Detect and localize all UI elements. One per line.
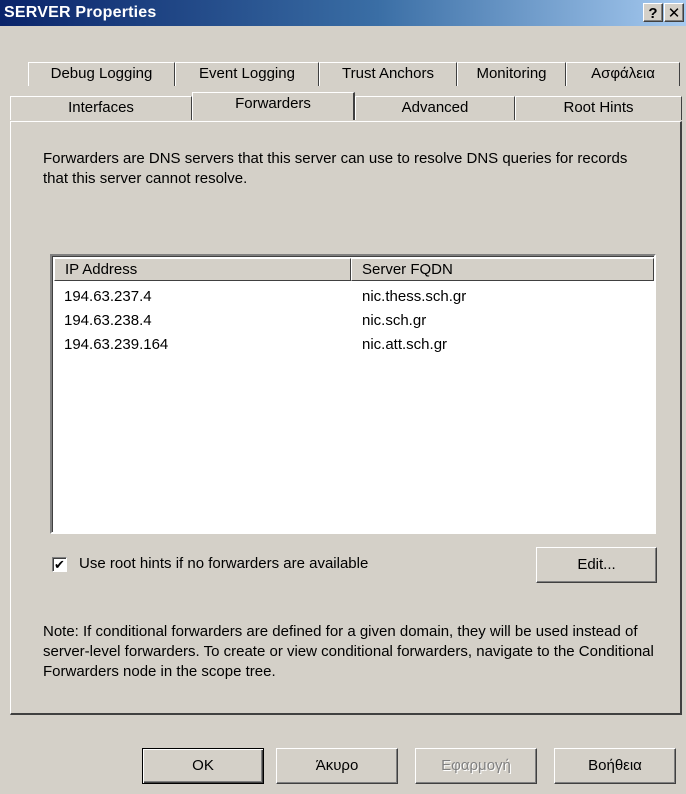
forwarders-description: Forwarders are DNS servers that this ser…: [43, 150, 628, 187]
tab-debug-logging[interactable]: Debug Logging: [28, 62, 175, 86]
server-fqdn-cell: nic.thess.sch.gr: [362, 288, 467, 305]
ok-button[interactable]: OK: [142, 748, 264, 784]
edit-button[interactable]: Edit...: [536, 547, 657, 583]
server-fqdn-cell: nic.att.sch.gr: [362, 336, 448, 353]
conditional-forwarders-note: Note: If conditional forwarders are defi…: [43, 623, 654, 680]
title-bar: SERVER Properties ? ✕: [0, 0, 686, 26]
ip-address-cell: 194.63.237.4: [64, 288, 152, 305]
table-row[interactable]: 194.63.238.4 nic.sch.gr: [54, 310, 654, 332]
tab-interfaces[interactable]: Interfaces: [10, 96, 192, 120]
column-header-ip-address[interactable]: IP Address: [54, 258, 351, 281]
use-root-hints-label[interactable]: Use root hints if no forwarders are avai…: [79, 555, 368, 572]
tab-monitoring[interactable]: Monitoring: [457, 62, 566, 86]
help-button[interactable]: Βοήθεια: [554, 748, 676, 784]
column-header-server-fqdn[interactable]: Server FQDN: [351, 258, 654, 281]
tab-event-logging[interactable]: Event Logging: [175, 62, 319, 86]
window-title: SERVER Properties: [4, 4, 157, 21]
forwarders-list[interactable]: IP Address Server FQDN 194.63.237.4 nic.…: [50, 254, 656, 534]
apply-button[interactable]: Εφαρμογή: [415, 748, 537, 784]
tab-advanced[interactable]: Advanced: [355, 96, 515, 120]
use-root-hints-checkbox[interactable]: ✔: [52, 557, 67, 572]
table-row[interactable]: 194.63.239.164 nic.att.sch.gr: [54, 334, 654, 356]
tab-security[interactable]: Ασφάλεια: [566, 62, 680, 86]
ip-address-cell: 194.63.239.164: [64, 336, 169, 353]
tab-forwarders[interactable]: Forwarders: [192, 92, 355, 120]
cancel-button[interactable]: Άκυρο: [276, 748, 398, 784]
server-fqdn-cell: nic.sch.gr: [362, 312, 427, 329]
tab-trust-anchors[interactable]: Trust Anchors: [319, 62, 457, 86]
table-row[interactable]: 194.63.237.4 nic.thess.sch.gr: [54, 286, 654, 308]
tab-root-hints[interactable]: Root Hints: [515, 96, 682, 120]
ip-address-cell: 194.63.238.4: [64, 312, 152, 329]
help-icon[interactable]: ?: [643, 3, 663, 22]
close-icon[interactable]: ✕: [664, 3, 684, 22]
